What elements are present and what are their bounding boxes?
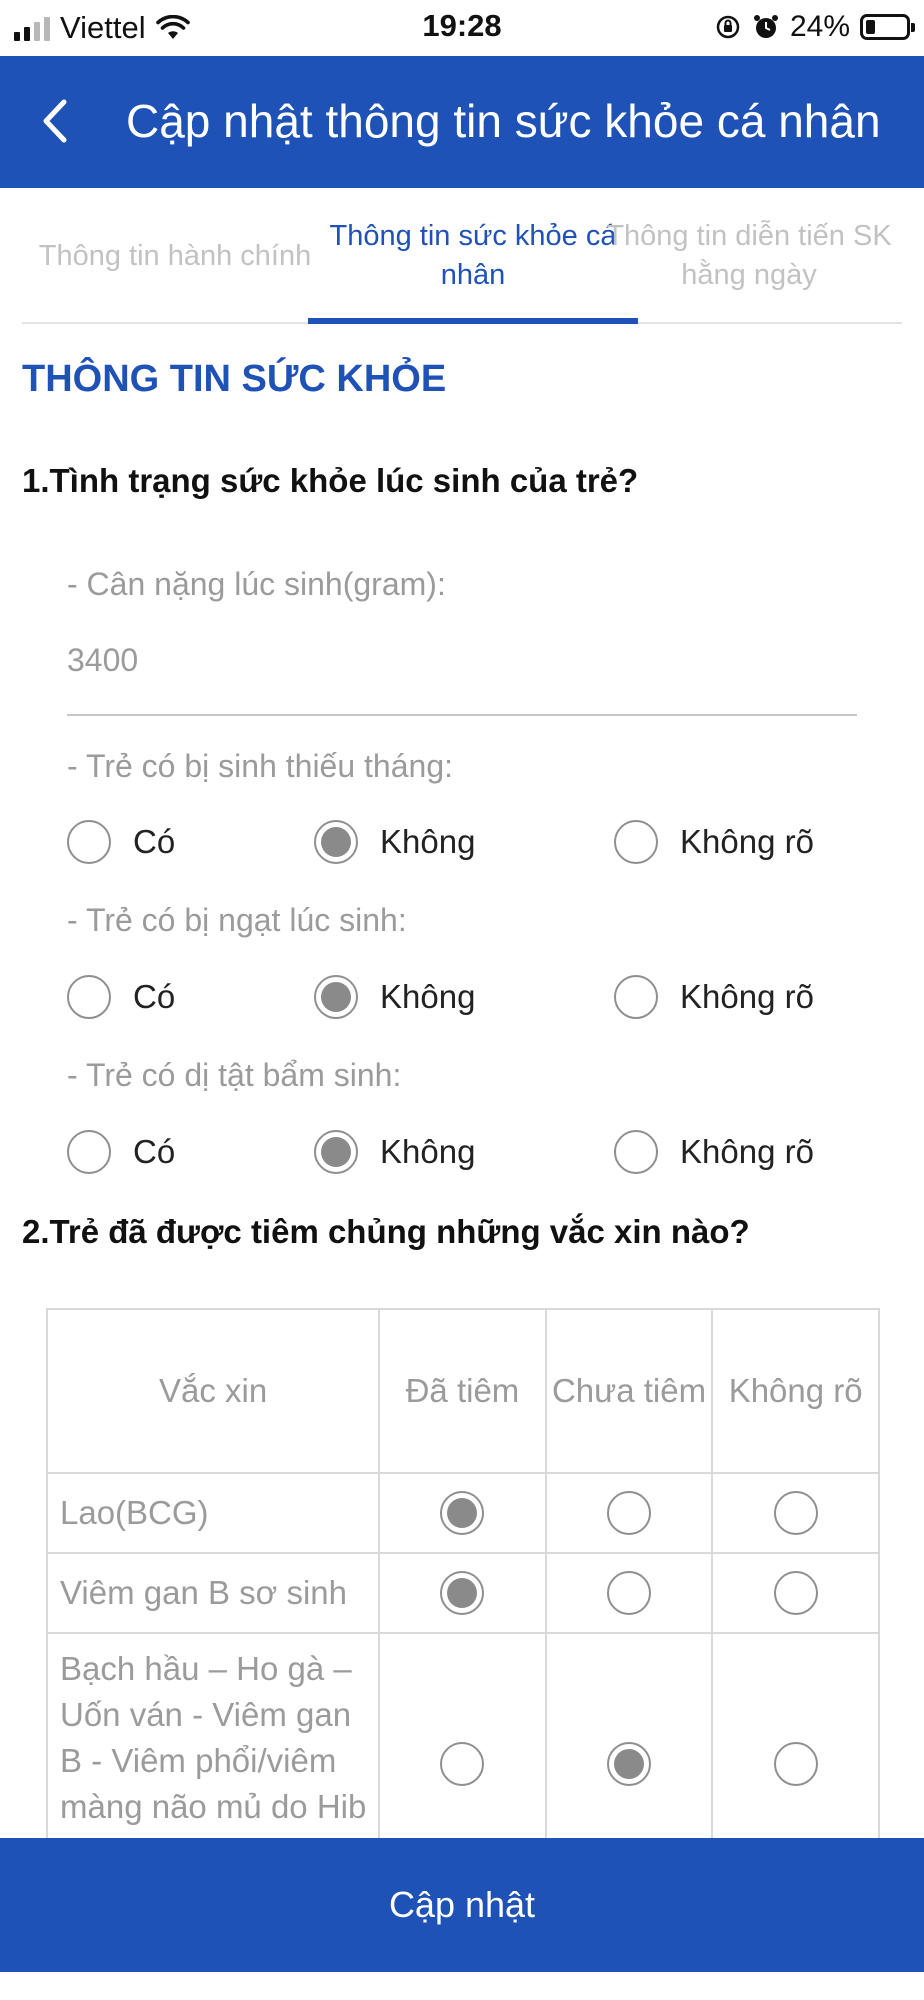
birth-defect-option-yes[interactable]: Có: [67, 1122, 175, 1182]
option-label: Không rõ: [680, 1133, 814, 1170]
table-row: Bạch hầu – Ho gà – Uốn ván - Viêm gan B …: [45, 1632, 880, 1838]
radio-button[interactable]: [614, 1130, 658, 1174]
radio-button[interactable]: [67, 820, 111, 864]
radio-button[interactable]: [607, 1571, 651, 1615]
table-row: Lao(BCG): [45, 1472, 880, 1554]
vaccine-name: Bạch hầu – Ho gà – Uốn ván - Viêm gan B …: [45, 1632, 381, 1838]
section-title: THÔNG TIN SỨC KHỎE: [22, 358, 447, 400]
header-vaccine: Vắc xin: [45, 1308, 381, 1474]
question-1-title: 1.Tình trạng sức khỏe lúc sinh của trẻ?: [22, 462, 639, 499]
radio-button[interactable]: [614, 975, 658, 1019]
vaccine-name: Viêm gan B sơ sinh: [45, 1552, 381, 1634]
radio-button[interactable]: [67, 1130, 111, 1174]
premature-option-unknown[interactable]: Không rõ: [614, 812, 814, 872]
table-header-row: Vắc xin Đã tiêm Chưa tiêm Không rõ: [45, 1308, 880, 1474]
header-not-vaccinated: Chưa tiêm: [544, 1308, 714, 1474]
option-label: Không: [380, 1133, 476, 1170]
premature-label: - Trẻ có bị sinh thiếu tháng:: [67, 748, 453, 784]
home-indicator-area: [0, 1972, 924, 2000]
option-label: Có: [133, 823, 176, 860]
header-vaccinated: Đã tiêm: [378, 1308, 547, 1474]
radio-button[interactable]: [607, 1491, 651, 1535]
update-button[interactable]: Cập nhật: [0, 1838, 924, 1972]
header-unknown: Không rõ: [711, 1308, 880, 1474]
vaccine-table: Vắc xin Đã tiêm Chưa tiêm Không rõ Lao(B…: [45, 1308, 880, 1838]
radio-button[interactable]: [440, 1491, 485, 1535]
radio-button[interactable]: [614, 820, 658, 864]
radio-button[interactable]: [773, 1571, 818, 1615]
radio-button[interactable]: [314, 820, 358, 864]
radio-button[interactable]: [440, 1571, 485, 1615]
question-2-title: 2.Trẻ đã được tiêm chủng những vắc xin n…: [22, 1213, 750, 1250]
radio-button[interactable]: [314, 1130, 358, 1174]
option-label: Có: [133, 978, 176, 1015]
premature-radio-group: Có Không Không rõ: [0, 812, 924, 872]
asphyxia-option-yes[interactable]: Có: [67, 967, 175, 1027]
radio-button[interactable]: [314, 975, 358, 1019]
birth-defect-option-no[interactable]: Không: [314, 1122, 475, 1182]
birth-weight-input[interactable]: 3400: [67, 642, 138, 679]
option-label: Không rõ: [680, 978, 814, 1015]
premature-option-yes[interactable]: Có: [67, 812, 175, 872]
table-row: Viêm gan B sơ sinh: [45, 1552, 880, 1634]
radio-button[interactable]: [440, 1742, 485, 1786]
asphyxia-label: - Trẻ có bị ngạt lúc sinh:: [67, 902, 407, 938]
option-label: Có: [133, 1133, 176, 1170]
radio-button[interactable]: [773, 1742, 818, 1786]
input-underline: [67, 714, 857, 716]
premature-option-no[interactable]: Không: [314, 812, 475, 872]
birth-defect-label: - Trẻ có dị tật bẩm sinh:: [67, 1057, 402, 1093]
update-button-label: Cập nhật: [388, 1884, 536, 1925]
option-label: Không: [380, 978, 476, 1015]
asphyxia-option-unknown[interactable]: Không rõ: [614, 967, 814, 1027]
radio-button[interactable]: [67, 975, 111, 1019]
radio-button[interactable]: [607, 1742, 651, 1786]
vaccine-name: Lao(BCG): [45, 1472, 381, 1554]
birth-defect-radio-group: Có Không Không rõ: [0, 1122, 924, 1182]
birth-weight-label: - Cân nặng lúc sinh(gram):: [67, 566, 446, 602]
asphyxia-option-no[interactable]: Không: [314, 967, 475, 1027]
asphyxia-radio-group: Có Không Không rõ: [0, 967, 924, 1027]
birth-defect-option-unknown[interactable]: Không rõ: [614, 1122, 814, 1182]
scroll-content[interactable]: THÔNG TIN SỨC KHỎE 1.Tình trạng sức khỏe…: [0, 0, 924, 1838]
option-label: Không: [380, 823, 476, 860]
option-label: Không rõ: [680, 823, 814, 860]
radio-button[interactable]: [773, 1491, 818, 1535]
